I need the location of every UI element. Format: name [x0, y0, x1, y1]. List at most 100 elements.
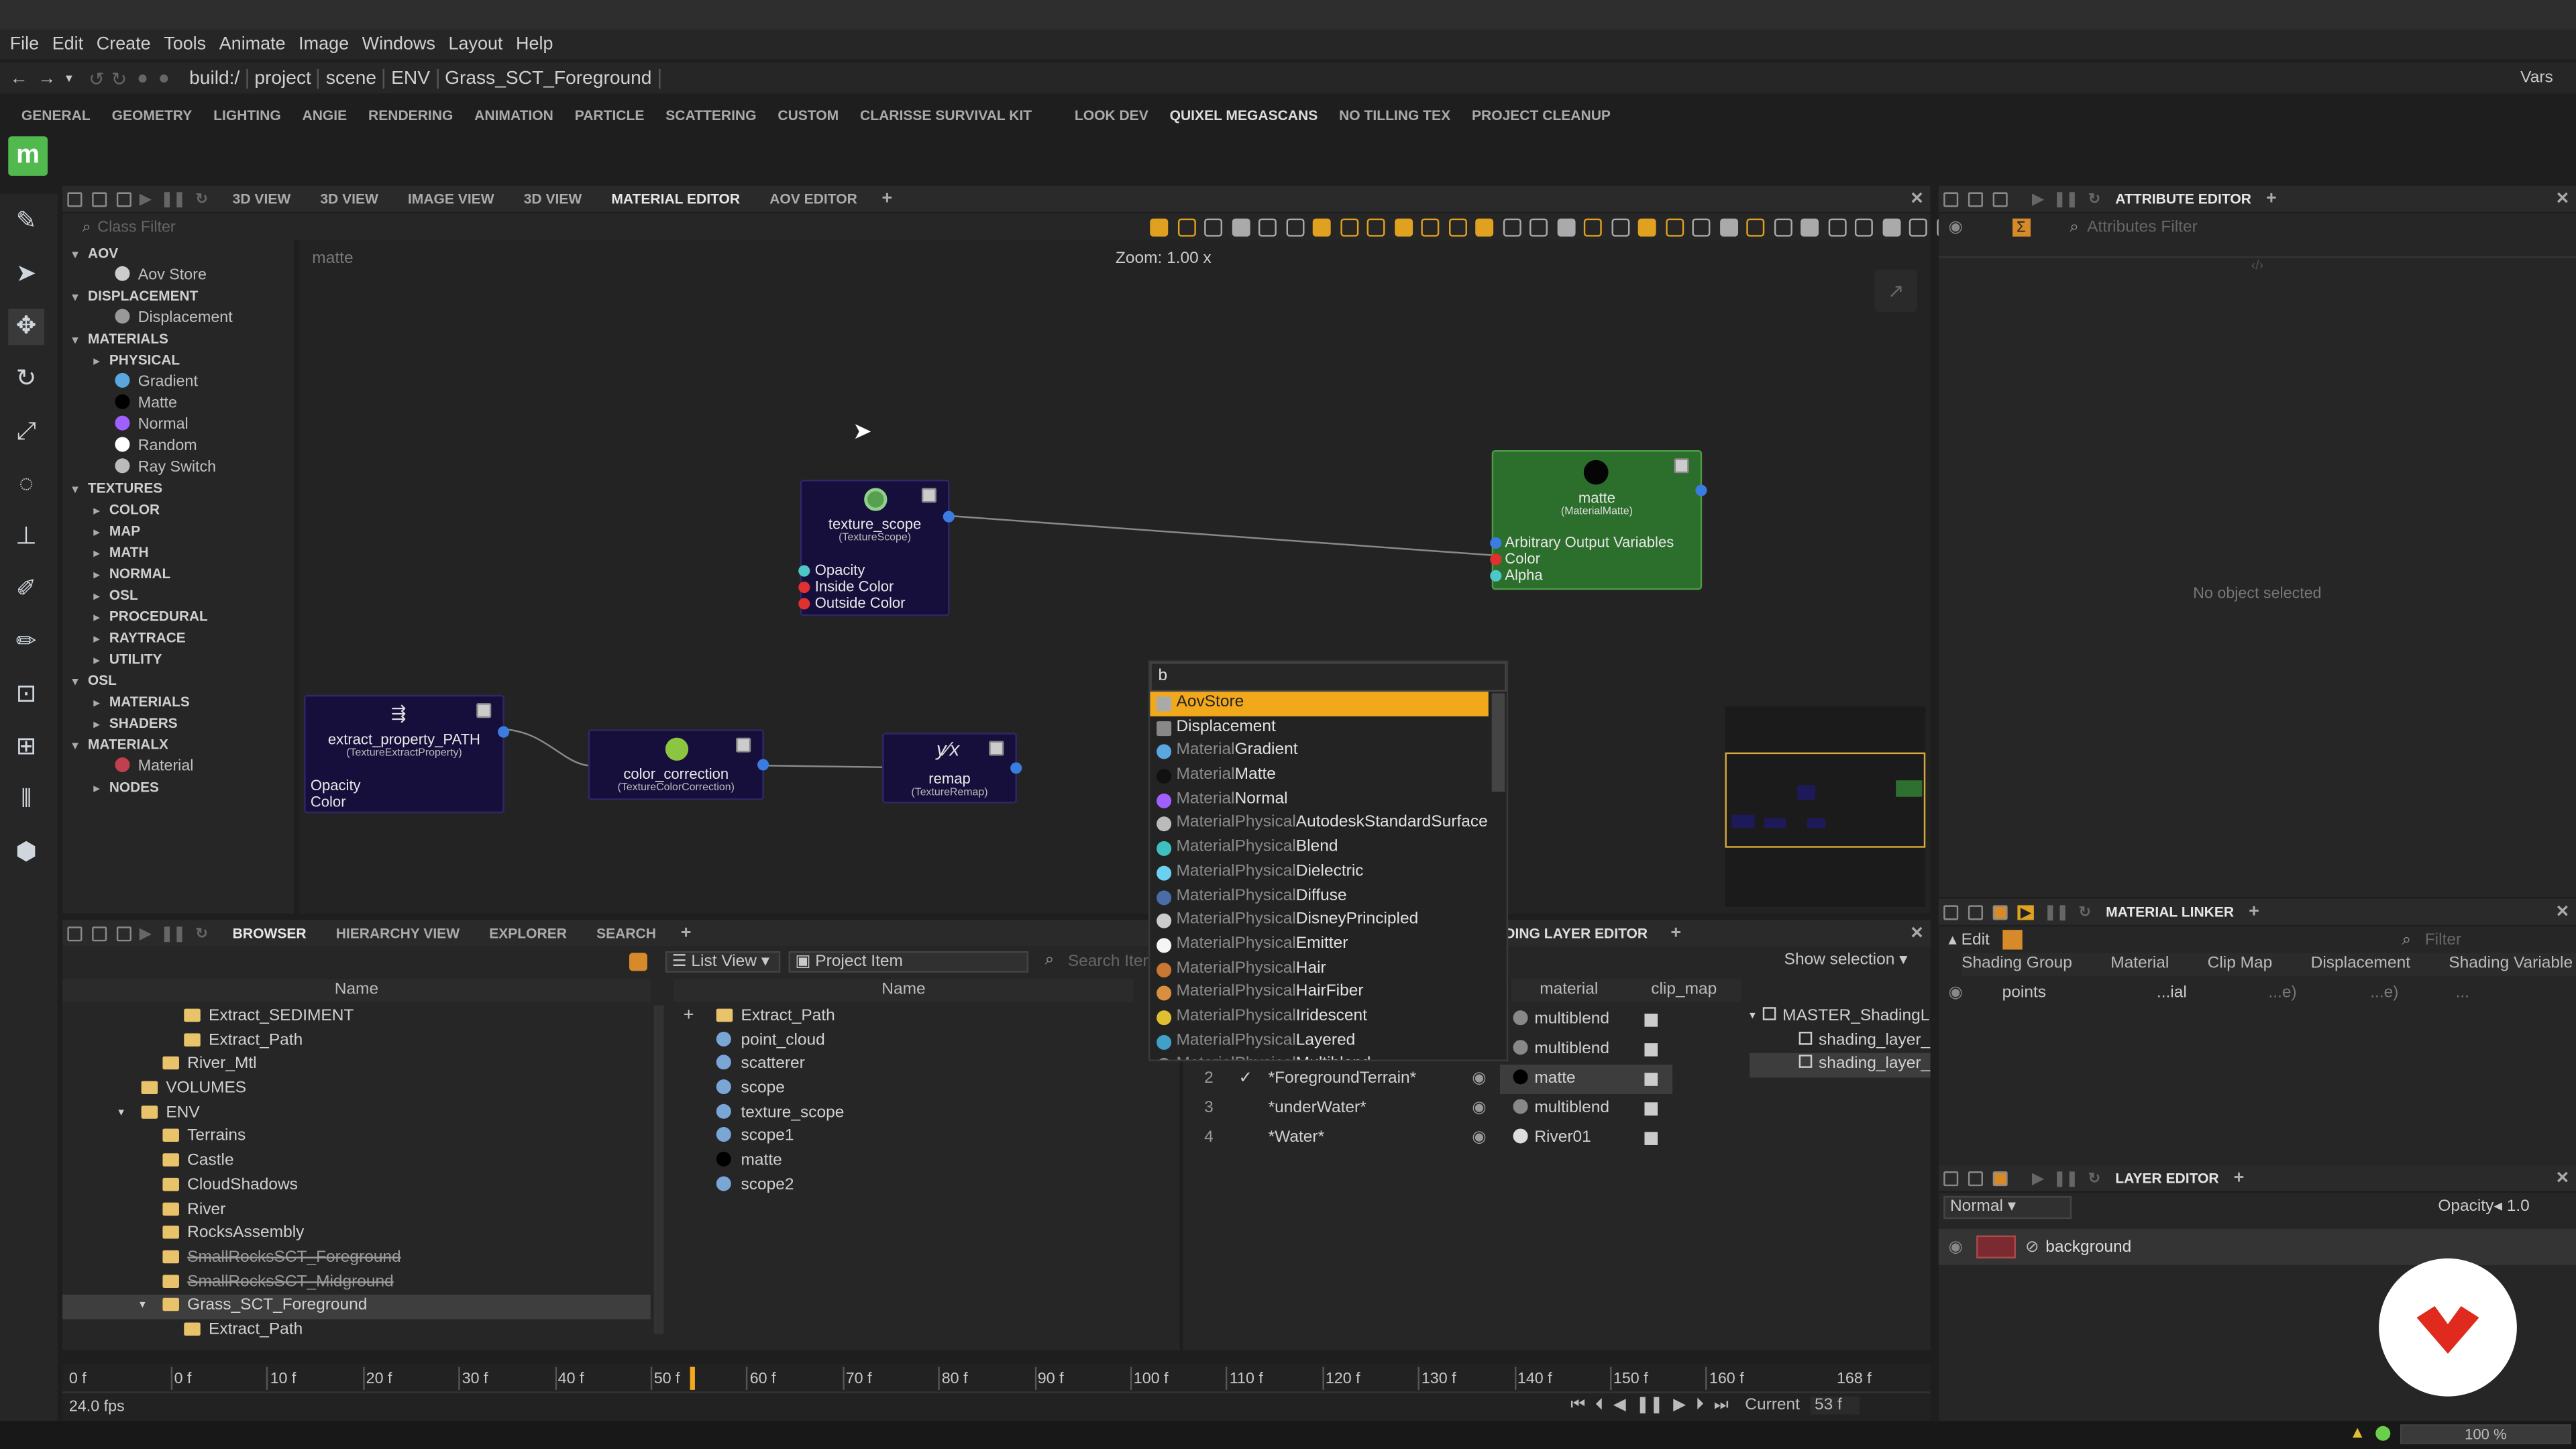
tree-section[interactable]: ▸ RAYTRACE	[62, 628, 294, 649]
lock-icon[interactable]	[92, 191, 107, 207]
node-texture-scope[interactable]: texture_scope (TextureScope) Opacity Ins…	[798, 480, 955, 616]
class-filter-input[interactable]: Class Filter	[97, 217, 294, 235]
close-icon[interactable]: ✕	[1910, 924, 1924, 943]
graph-tool-icon[interactable]	[1448, 217, 1466, 236]
back-icon[interactable]: ←	[10, 68, 28, 88]
expand-arrow-icon[interactable]: ▾	[72, 741, 78, 752]
tree-section[interactable]: ▾ MATERIALS	[62, 329, 294, 350]
eye-icon[interactable]: ◉	[1472, 1065, 1486, 1094]
browser-item[interactable]: point_cloud	[674, 1030, 1134, 1054]
clipmap-col-header[interactable]: clip_map	[1627, 979, 1741, 1002]
edit-menu[interactable]: ▴ Edit	[1949, 930, 1990, 949]
node-search-option[interactable]: MaterialPhysicalIridescent	[1150, 1006, 1506, 1030]
tree-section[interactable]: ▾ AOV	[62, 243, 294, 264]
browser-item[interactable]: scatterer	[674, 1054, 1134, 1078]
browser-row[interactable]: Terrains	[62, 1126, 651, 1150]
tree-leaf[interactable]: Material	[62, 756, 294, 777]
expand-arrow-icon[interactable]: ▸	[94, 720, 100, 731]
stamp-tool-icon[interactable]: ⊥	[8, 519, 44, 555]
port-opacity[interactable]	[798, 565, 810, 577]
node-search-option[interactable]: MaterialNormal	[1150, 788, 1506, 812]
layer-editor-tab[interactable]: LAYER EDITOR	[2100, 1165, 2233, 1191]
shelf-tab[interactable]: SCATTERING	[665, 107, 756, 123]
expand-arrow-icon[interactable]: ▸	[94, 612, 100, 624]
move-tool-icon[interactable]: ✥	[8, 309, 45, 345]
project-item-select[interactable]: ▣ Project Item	[788, 951, 1029, 973]
material-linker-tab[interactable]: MATERIAL LINKER	[2091, 899, 2249, 925]
clip-map-icon[interactable]	[1644, 1102, 1658, 1116]
graph-tool-icon[interactable]	[1502, 217, 1521, 236]
expand-arrow-icon[interactable]: ▸	[94, 549, 100, 560]
check-icon[interactable]: ✓	[1239, 1065, 1253, 1094]
linker-variable[interactable]: ...	[2456, 983, 2469, 1002]
navigator-viewport[interactable]	[1725, 752, 1926, 848]
browser-bookmark-icon[interactable]	[629, 953, 647, 971]
menu-image[interactable]: Image	[299, 34, 349, 54]
refresh-icon[interactable]: ↻	[2088, 1169, 2100, 1187]
graph-tool-icon[interactable]	[1312, 217, 1331, 236]
shelf-tab[interactable]: PROJECT CLEANUP	[1472, 107, 1611, 123]
node-remap[interactable]: y⁄x remap (TextureRemap)	[882, 733, 1022, 804]
expand-arrow-icon[interactable]: ▸	[94, 655, 100, 667]
shelf-tab[interactable]: NO TILLING TEX	[1339, 107, 1450, 123]
node-search-option[interactable]: MaterialPhysicalBlend	[1150, 837, 1506, 861]
graph-tool-icon[interactable]	[1909, 217, 1927, 236]
expand-arrow-icon[interactable]: ▸	[94, 356, 100, 368]
pause-icon[interactable]: ❚❚	[161, 190, 186, 208]
node-menu-icon[interactable]	[736, 737, 751, 753]
scrollbar[interactable]	[653, 1005, 664, 1334]
port-aov[interactable]	[1490, 537, 1502, 549]
node-search-option[interactable]: MaterialMatte	[1150, 764, 1506, 788]
shelf-tab[interactable]: ANIMATION	[474, 107, 553, 123]
add-tab-icon[interactable]: +	[1670, 923, 1681, 943]
tree-section[interactable]: ▸ NODES	[62, 777, 294, 798]
port-output[interactable]	[1010, 762, 1022, 774]
graph-tool-icon[interactable]	[1177, 217, 1195, 236]
shading-layer-rule[interactable]: *ForegroundTerrain*	[1269, 1065, 1417, 1094]
graph-tool-icon[interactable]	[1231, 217, 1250, 236]
shading-tree-item[interactable]: shading_layer_	[1750, 1053, 1931, 1078]
node-search-option[interactable]: MaterialPhysicalEmitter	[1150, 933, 1506, 957]
pause-icon[interactable]: ❚❚	[2044, 903, 2069, 921]
browser-tab[interactable]: EXPLORER	[474, 920, 582, 946]
pause-icon[interactable]: ❚❚	[2053, 1169, 2078, 1187]
pin-icon[interactable]	[116, 926, 131, 941]
expand-icon[interactable]	[67, 191, 83, 207]
graph-tool-icon[interactable]	[1827, 217, 1846, 236]
tree-section[interactable]: ▸ OSL	[62, 585, 294, 606]
expand-arrow-icon[interactable]: ▾	[72, 250, 78, 261]
prev-frame-icon[interactable]: ◀	[1613, 1397, 1626, 1415]
close-icon[interactable]: ✕	[1910, 190, 1924, 208]
lock-icon[interactable]	[1968, 191, 1983, 207]
menu-animate[interactable]: Animate	[219, 34, 286, 54]
node-search-option[interactable]: MaterialPhysicalDielectric	[1150, 861, 1506, 885]
tree-leaf[interactable]: Aov Store	[62, 264, 294, 286]
tree-section[interactable]: ▾ DISPLACEMENT	[62, 286, 294, 307]
pin-icon[interactable]	[1992, 1170, 2008, 1185]
clip-map-icon[interactable]	[1644, 1132, 1658, 1145]
show-selection-select[interactable]: Show selection ▾	[1784, 951, 1908, 969]
clip-map-icon[interactable]	[1644, 1073, 1658, 1086]
graph-tool-icon[interactable]	[1393, 217, 1412, 236]
first-frame-icon[interactable]: ⏮	[1570, 1397, 1585, 1415]
collapse-arrow-icon[interactable]: ▾	[140, 1295, 146, 1319]
pause-icon[interactable]: ❚❚	[1635, 1397, 1663, 1415]
vars-label[interactable]: Vars	[2520, 69, 2553, 87]
expand-arrow-icon[interactable]: ▸	[94, 698, 100, 710]
menu-layout[interactable]: Layout	[449, 34, 503, 54]
breadcrumb-item[interactable]: scene	[319, 68, 385, 89]
node-search-option[interactable]: MaterialPhysicalDisneyPrincipled	[1150, 909, 1506, 933]
tree-leaf[interactable]: Displacement	[62, 307, 294, 329]
tree-section[interactable]: ▸ UTILITY	[62, 649, 294, 670]
node-search-option[interactable]: MaterialPhysicalMultiblend	[1150, 1054, 1506, 1060]
shelf-tab[interactable]: LOOK DEV	[1075, 107, 1148, 123]
tree-section[interactable]: ▾ TEXTURES	[62, 478, 294, 500]
node-search-popup[interactable]: b AovStore Displacement MaterialGradient Ma…	[1148, 660, 1509, 1062]
graph-tool-icon[interactable]	[1882, 217, 1900, 236]
tree-section[interactable]: ▸ SHADERS	[62, 713, 294, 735]
next-frame-icon[interactable]: ⏵	[1696, 1397, 1704, 1415]
graph-tool-icon[interactable]	[1366, 217, 1385, 236]
browser-tab[interactable]: SEARCH	[582, 920, 671, 946]
browser-row[interactable]: ▾ ENV	[62, 1102, 651, 1126]
prev-key-icon[interactable]: ⏴	[1595, 1397, 1603, 1415]
